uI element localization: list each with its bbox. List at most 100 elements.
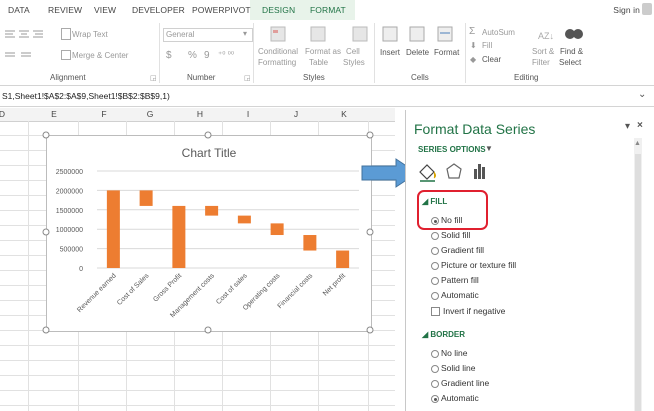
clear-button[interactable]: Clear	[482, 55, 501, 64]
option-gradient-line[interactable]: Gradient line	[441, 378, 489, 388]
decimal-buttons-icon[interactable]: ⁺⁰ ⁰⁰	[218, 50, 234, 59]
option-automatic-fill[interactable]: Automatic	[441, 290, 479, 300]
tab-effects[interactable]	[444, 165, 462, 183]
option-no-line[interactable]: No line	[441, 348, 467, 358]
conditional-formatting-label-2[interactable]: Formatting	[258, 58, 296, 67]
tab-powerpivot[interactable]: POWERPIVOT	[192, 5, 251, 15]
sign-in-link[interactable]: Sign in	[613, 5, 640, 15]
radio-gradient-fill[interactable]	[431, 247, 439, 255]
dialog-launcher-icon[interactable]: ◲	[244, 74, 251, 82]
option-solid-line[interactable]: Solid line	[441, 363, 476, 373]
group-label-editing: Editing	[514, 73, 539, 82]
tab-series-options[interactable]	[472, 165, 490, 183]
fill-icon: ⬇	[470, 41, 477, 50]
wrap-text-button[interactable]: Wrap Text	[72, 30, 108, 39]
autosum-button[interactable]: AutoSum	[482, 28, 515, 37]
option-automatic-line[interactable]: Automatic	[441, 393, 479, 403]
currency-button[interactable]: $	[166, 50, 172, 61]
pane-options-icon[interactable]: ▾	[625, 121, 630, 132]
series-options-dropdown[interactable]: SERIES OPTIONS	[418, 145, 486, 154]
column-header[interactable]: G	[126, 109, 174, 119]
group-separator	[465, 23, 466, 83]
chevron-down-icon[interactable]: ▼	[485, 144, 493, 153]
border-section-label: BORDER	[430, 330, 466, 339]
checkbox-invert-negative[interactable]	[431, 307, 440, 316]
cells-icons	[382, 26, 453, 42]
close-icon[interactable]: ×	[637, 120, 643, 131]
radio-automatic-line[interactable]	[431, 395, 439, 403]
tab-design[interactable]: DESIGN	[262, 5, 295, 15]
scroll-up-icon[interactable]: ▲	[634, 140, 641, 147]
percent-button[interactable]: %	[188, 50, 197, 61]
pane-scrollbar-thumb[interactable]	[635, 154, 641, 411]
option-invert-negative[interactable]: Invert if negative	[443, 306, 505, 316]
alignment-icons[interactable]	[3, 27, 63, 63]
radio-no-line[interactable]	[431, 350, 439, 358]
chart-selection-handles[interactable]	[40, 129, 376, 336]
dialog-launcher-icon[interactable]: ◲	[150, 74, 157, 82]
sort-find-icons: AZ↓	[538, 29, 583, 41]
sort-filter-label-2[interactable]: Filter	[532, 58, 550, 67]
grid-row-line	[0, 360, 395, 361]
column-header[interactable]: E	[30, 109, 78, 119]
formula-text[interactable]: S1,Sheet1!$A$2:$A$9,Sheet1!$B$2:$B$9,1)	[2, 91, 170, 101]
clear-icon: ◆	[470, 55, 477, 64]
group-label-cells: Cells	[411, 73, 429, 82]
column-header[interactable]: I	[224, 109, 272, 119]
group-label-styles: Styles	[303, 73, 325, 82]
tab-developer[interactable]: DEVELOPER	[132, 5, 185, 15]
grid-row-line	[0, 345, 395, 346]
column-header[interactable]: K	[320, 109, 368, 119]
column-header[interactable]: F	[80, 109, 128, 119]
radio-picture-fill[interactable]	[431, 262, 439, 270]
tab-view[interactable]: VIEW	[94, 5, 116, 15]
radio-solid-fill[interactable]	[431, 232, 439, 240]
format-as-table-label-2[interactable]: Table	[309, 58, 328, 67]
autosum-icon: Σ	[469, 26, 476, 37]
tab-format[interactable]: FORMAT	[310, 5, 346, 15]
option-picture-fill[interactable]: Picture or texture fill	[441, 260, 516, 270]
option-pattern-fill[interactable]: Pattern fill	[441, 275, 479, 285]
option-solid-fill[interactable]: Solid fill	[441, 230, 470, 240]
pane-title: Format Data Series	[414, 121, 536, 137]
tab-fill-line[interactable]	[418, 165, 438, 183]
comma-button[interactable]: 9	[204, 50, 210, 61]
highlight-box	[417, 190, 488, 230]
column-header[interactable]: H	[176, 109, 224, 119]
column-header[interactable]: D	[0, 109, 26, 119]
radio-pattern-fill[interactable]	[431, 277, 439, 285]
group-label-alignment: Alignment	[50, 73, 86, 82]
number-format-value: General	[166, 30, 195, 39]
chevron-down-icon: ▾	[243, 29, 248, 38]
group-separator	[253, 23, 254, 83]
wrap-text-icon	[61, 28, 71, 40]
grid-row-line	[0, 390, 395, 391]
fill-button[interactable]: Fill	[482, 41, 492, 50]
format-button[interactable]: Format	[434, 48, 459, 57]
group-label-number: Number	[187, 73, 216, 82]
expand-formula-icon[interactable]: ⌄	[638, 89, 646, 100]
radio-solid-line[interactable]	[431, 365, 439, 373]
insert-button[interactable]: Insert	[380, 48, 400, 57]
option-gradient-fill[interactable]: Gradient fill	[441, 245, 484, 255]
tab-review[interactable]: REVIEW	[48, 5, 82, 15]
merge-center-button[interactable]: Merge & Center	[72, 51, 128, 60]
tab-data[interactable]: DATA	[8, 5, 30, 15]
user-avatar-icon[interactable]	[642, 3, 652, 15]
group-separator	[159, 23, 160, 83]
border-section-header[interactable]: ◢ BORDER	[422, 330, 465, 339]
svg-text:AZ↓: AZ↓	[538, 31, 554, 41]
cell-styles-label-2[interactable]: Styles	[343, 58, 365, 67]
radio-automatic-fill[interactable]	[431, 292, 439, 300]
cell-styles-label[interactable]: Cell	[346, 47, 360, 56]
find-select-label[interactable]: Find &	[560, 47, 583, 56]
conditional-formatting-label[interactable]: Conditional	[258, 47, 298, 56]
grid-row-line	[0, 405, 395, 406]
radio-gradient-line[interactable]	[431, 380, 439, 388]
delete-button[interactable]: Delete	[406, 48, 429, 57]
format-as-table-label[interactable]: Format as	[305, 47, 341, 56]
column-header[interactable]: J	[272, 109, 320, 119]
group-separator	[374, 23, 375, 83]
sort-filter-label[interactable]: Sort &	[532, 47, 554, 56]
find-select-label-2[interactable]: Select	[559, 58, 581, 67]
